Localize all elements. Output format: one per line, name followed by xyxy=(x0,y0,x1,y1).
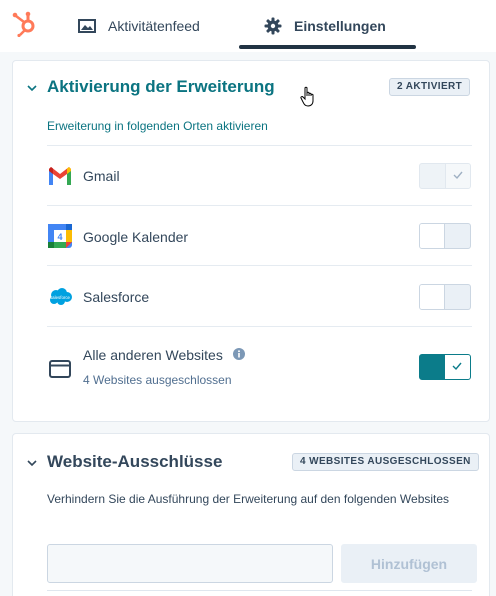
chevron-down-icon[interactable] xyxy=(26,457,38,469)
toggle-knob xyxy=(420,285,445,309)
exclusions-description: Verhindern Sie die Ausführung der Erweit… xyxy=(47,492,450,506)
checkmark-icon xyxy=(453,171,463,180)
all-websites-toggle[interactable] xyxy=(419,354,471,380)
svg-text:4: 4 xyxy=(57,232,62,242)
tab-label: Aktivitätenfeed xyxy=(108,18,200,34)
gmail-toggle[interactable] xyxy=(419,163,471,189)
active-tab-indicator xyxy=(239,45,416,49)
divider xyxy=(47,326,472,327)
activation-subtitle: Erweiterung in folgenden Orten aktiviere… xyxy=(47,119,268,133)
chevron-down-icon[interactable] xyxy=(26,82,38,94)
activity-feed-icon xyxy=(78,19,96,33)
divider xyxy=(47,590,472,591)
toggle-knob xyxy=(445,355,470,379)
row-label-all-websites: Alle anderen Websites xyxy=(83,347,223,363)
gmail-icon xyxy=(49,167,71,185)
status-badge: 4 WEBSITES AUSGESCHLOSSEN xyxy=(292,453,479,471)
section-title[interactable]: Aktivierung der Erweiterung xyxy=(47,77,275,97)
toggle-knob xyxy=(445,164,470,188)
add-website-button[interactable]: Hinzufügen xyxy=(341,544,477,583)
hand-cursor-icon xyxy=(300,86,314,107)
tab-activity-feed[interactable]: Aktivitätenfeed xyxy=(78,0,200,52)
info-icon[interactable] xyxy=(233,348,245,360)
browser-window-icon xyxy=(49,360,71,378)
divider xyxy=(47,265,472,266)
toggle-knob xyxy=(420,224,445,248)
section-title[interactable]: Website-Ausschlüsse xyxy=(47,452,222,472)
salesforce-toggle[interactable] xyxy=(419,284,471,310)
top-navigation: Aktivitätenfeed Einstellungen xyxy=(0,0,496,52)
checkmark-icon xyxy=(452,362,462,371)
status-badge: 2 AKTIVIERT xyxy=(389,78,471,96)
tab-label: Einstellungen xyxy=(294,18,386,34)
website-url-input[interactable] xyxy=(47,544,333,583)
row-label-gmail: Gmail xyxy=(83,168,120,184)
row-label-salesforce: Salesforce xyxy=(83,289,150,305)
svg-text:salesforce: salesforce xyxy=(50,295,71,300)
divider xyxy=(47,145,472,146)
salesforce-icon: salesforce xyxy=(50,288,72,305)
excluded-count-label: 4 Websites ausgeschlossen xyxy=(83,373,232,387)
hubspot-logo[interactable] xyxy=(10,9,38,37)
divider xyxy=(47,205,472,206)
google-calendar-toggle[interactable] xyxy=(419,223,471,249)
google-calendar-icon: 4 xyxy=(48,224,72,248)
gear-icon xyxy=(264,17,282,35)
row-label-google-calendar: Google Kalender xyxy=(83,229,189,245)
